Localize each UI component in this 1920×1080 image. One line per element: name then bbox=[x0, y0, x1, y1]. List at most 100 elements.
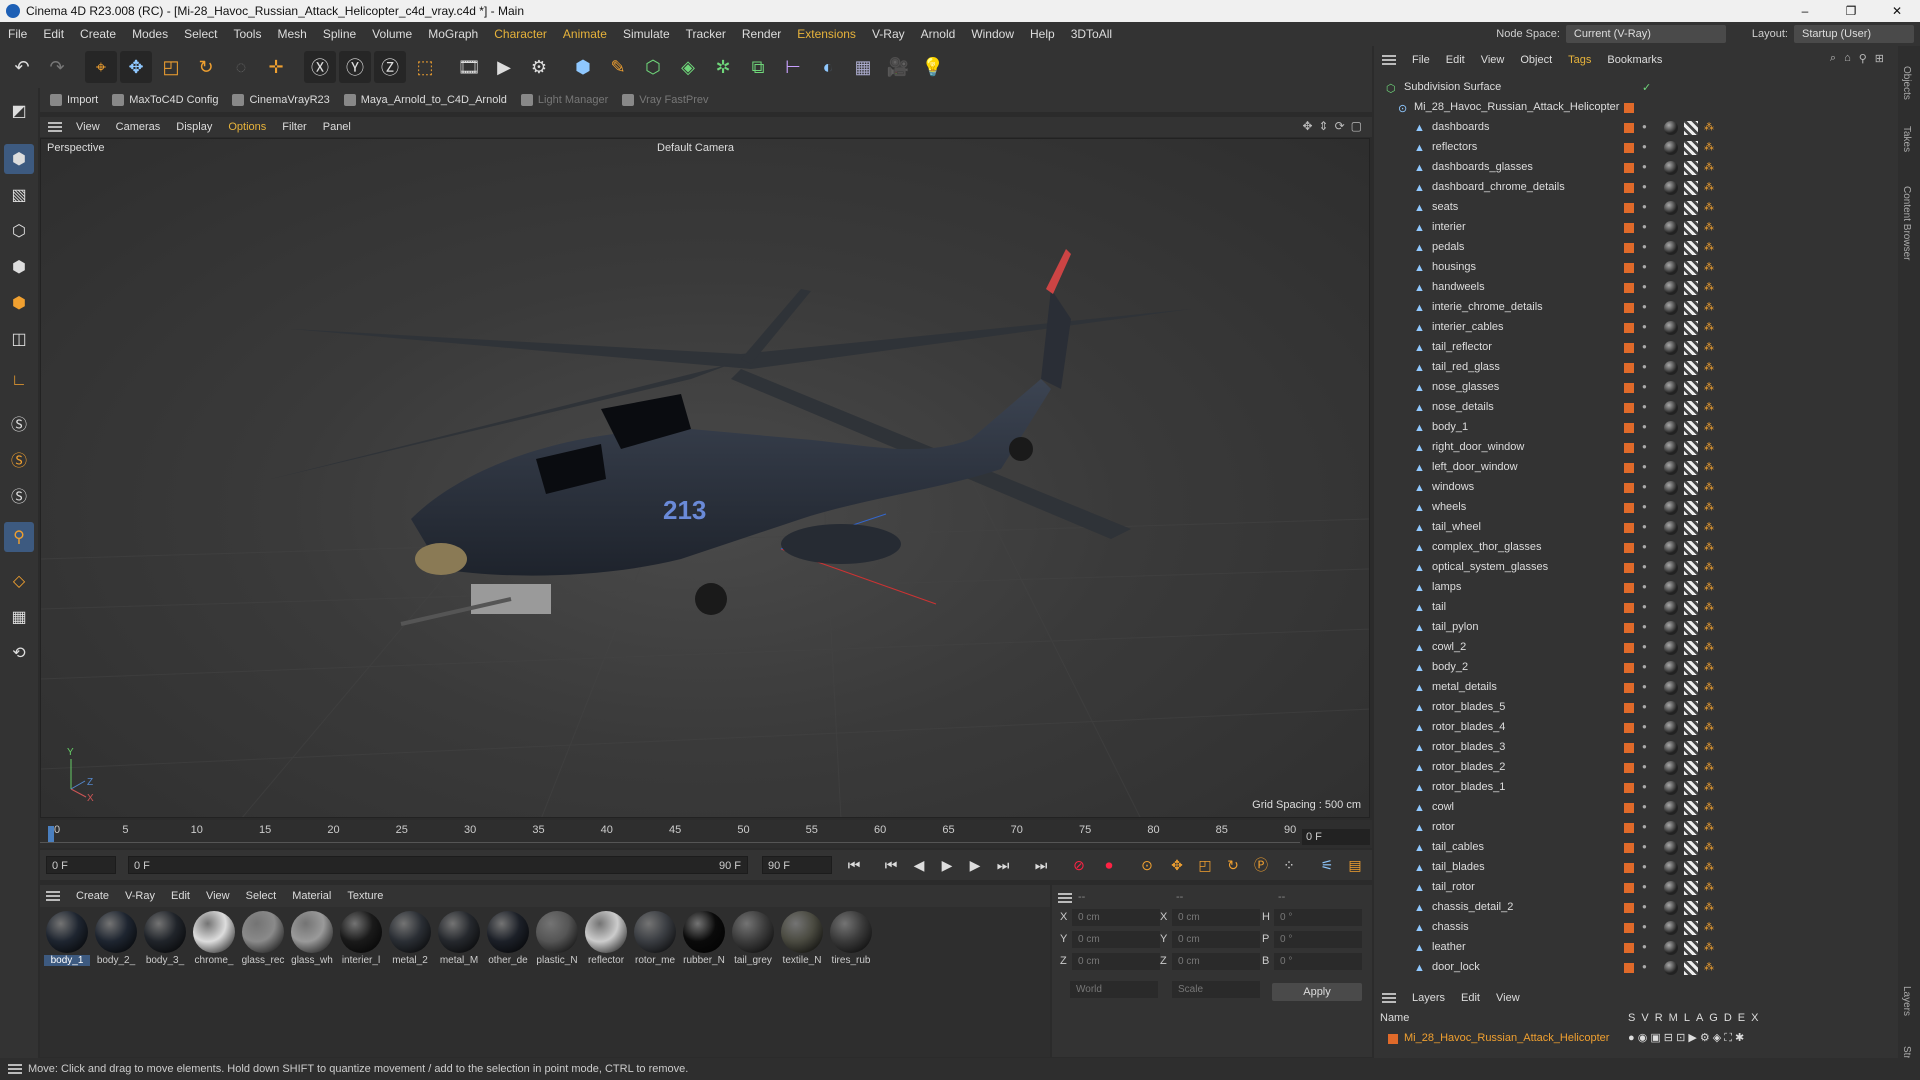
object-row[interactable]: ▲ door_lock ● ⁂ bbox=[1374, 958, 1884, 978]
phong-tag-icon[interactable]: ⁂ bbox=[1704, 682, 1714, 693]
visibility-dots-icon[interactable]: ● bbox=[1642, 342, 1647, 351]
viewport-menu-icon[interactable] bbox=[48, 122, 62, 132]
material-tag-icon[interactable] bbox=[1664, 221, 1678, 235]
menu-simulate[interactable]: Simulate bbox=[615, 27, 678, 41]
uvw-tag-icon[interactable] bbox=[1684, 641, 1698, 655]
keyframe-selection-icon[interactable]: ⊙ bbox=[1136, 854, 1158, 876]
material-tag-icon[interactable] bbox=[1664, 161, 1678, 175]
phong-tag-icon[interactable]: ⁂ bbox=[1704, 642, 1714, 653]
material-menu-material[interactable]: Material bbox=[284, 890, 339, 902]
uvw-tag-icon[interactable] bbox=[1684, 421, 1698, 435]
material-tag-icon[interactable] bbox=[1664, 641, 1678, 655]
minimize-button[interactable]: – bbox=[1782, 0, 1828, 22]
material-tag-icon[interactable] bbox=[1664, 141, 1678, 155]
menu-create[interactable]: Create bbox=[72, 27, 124, 41]
deformer-icon[interactable]: ⧉ bbox=[742, 51, 774, 83]
material-tag-icon[interactable] bbox=[1664, 761, 1678, 775]
phong-tag-icon[interactable]: ⁂ bbox=[1704, 762, 1714, 773]
plugin-cinemavrayr23[interactable]: CinemaVrayR23 bbox=[232, 94, 330, 106]
material-menu-icon[interactable] bbox=[46, 891, 60, 901]
visibility-dots-icon[interactable]: ● bbox=[1642, 242, 1647, 251]
object-menu-object[interactable]: Object bbox=[1512, 54, 1560, 66]
filter-icon[interactable]: ⚲ bbox=[1859, 52, 1867, 65]
key-rotation-icon[interactable]: ↻ bbox=[1222, 854, 1244, 876]
object-row[interactable]: ▲ tail_reflector ● ⁂ bbox=[1374, 338, 1884, 358]
material-tag-icon[interactable] bbox=[1664, 361, 1678, 375]
uvw-tag-icon[interactable] bbox=[1684, 141, 1698, 155]
visibility-dots-icon[interactable]: ● bbox=[1642, 622, 1647, 631]
uvw-tag-icon[interactable] bbox=[1684, 201, 1698, 215]
material-tag-icon[interactable] bbox=[1664, 581, 1678, 595]
previous-frame-icon[interactable]: ◀ bbox=[908, 854, 930, 876]
material-tag-icon[interactable] bbox=[1664, 281, 1678, 295]
object-row[interactable]: ▲ dashboards_glasses ● ⁂ bbox=[1374, 158, 1884, 178]
uvw-tag-icon[interactable] bbox=[1684, 561, 1698, 575]
menu-select[interactable]: Select bbox=[176, 27, 225, 41]
visibility-dots-icon[interactable]: ● bbox=[1642, 462, 1647, 471]
coord-a-field[interactable]: 0 cm bbox=[1072, 909, 1160, 926]
visibility-dots-icon[interactable]: ● bbox=[1642, 602, 1647, 611]
phong-tag-icon[interactable]: ⁂ bbox=[1704, 842, 1714, 853]
plugin-import[interactable]: Import bbox=[50, 94, 98, 106]
viewport-menu-panel[interactable]: Panel bbox=[315, 121, 359, 133]
visibility-dots-icon[interactable]: ● bbox=[1642, 562, 1647, 571]
light-icon[interactable]: 💡 bbox=[917, 51, 949, 83]
material-tag-icon[interactable] bbox=[1664, 941, 1678, 955]
pen-spline-icon[interactable]: ✎ bbox=[602, 51, 634, 83]
phong-tag-icon[interactable]: ⁂ bbox=[1704, 702, 1714, 713]
transform-mode-dropdown[interactable]: Scale bbox=[1172, 981, 1260, 998]
render-region-icon[interactable]: 🎞 bbox=[453, 51, 485, 83]
material-tag-icon[interactable] bbox=[1664, 881, 1678, 895]
material-menu-select[interactable]: Select bbox=[238, 890, 285, 902]
visibility-dots-icon[interactable]: ● bbox=[1642, 702, 1647, 711]
material-tag-icon[interactable] bbox=[1664, 561, 1678, 575]
search-icon[interactable]: ⌕ bbox=[1830, 52, 1836, 65]
phong-tag-icon[interactable]: ⁂ bbox=[1704, 822, 1714, 833]
phong-tag-icon[interactable]: ⁂ bbox=[1704, 442, 1714, 453]
material-swatch[interactable]: plastic_N bbox=[534, 911, 580, 966]
visibility-dots-icon[interactable]: ● bbox=[1642, 222, 1647, 231]
visibility-dots-icon[interactable]: ● bbox=[1642, 382, 1647, 391]
material-tag-icon[interactable] bbox=[1664, 741, 1678, 755]
apply-button[interactable]: Apply bbox=[1272, 983, 1362, 1001]
points-mode-icon[interactable]: ⬡ bbox=[4, 216, 34, 246]
dolly-view-icon[interactable]: ⇕ bbox=[1319, 119, 1329, 133]
phong-tag-icon[interactable]: ⁂ bbox=[1704, 902, 1714, 913]
viewport-menu-display[interactable]: Display bbox=[168, 121, 220, 133]
menu-tools[interactable]: Tools bbox=[225, 27, 269, 41]
visibility-dots-icon[interactable]: ● bbox=[1642, 362, 1647, 371]
phong-tag-icon[interactable]: ⁂ bbox=[1704, 362, 1714, 373]
layer-column-a[interactable]: A bbox=[1696, 1012, 1703, 1024]
phong-tag-icon[interactable]: ⁂ bbox=[1704, 582, 1714, 593]
uvw-tag-icon[interactable] bbox=[1684, 261, 1698, 275]
close-button[interactable]: ✕ bbox=[1874, 0, 1920, 22]
object-row[interactable]: ▲ reflectors ● ⁂ bbox=[1374, 138, 1884, 158]
menu-mograph[interactable]: MoGraph bbox=[420, 27, 486, 41]
visibility-dots-icon[interactable]: ● bbox=[1642, 862, 1647, 871]
visibility-dots-icon[interactable]: ● bbox=[1642, 202, 1647, 211]
uvw-tag-icon[interactable] bbox=[1684, 441, 1698, 455]
uvw-tag-icon[interactable] bbox=[1684, 461, 1698, 475]
perspective-viewport[interactable]: 213 Y Z X Perspective Default Camera Gri… bbox=[40, 138, 1370, 818]
visibility-dots-icon[interactable]: ● bbox=[1642, 182, 1647, 191]
home-icon[interactable]: ⌂ bbox=[1844, 52, 1851, 65]
object-row[interactable]: ▲ metal_details ● ⁂ bbox=[1374, 678, 1884, 698]
object-row[interactable]: ▲ rotor_blades_4 ● ⁂ bbox=[1374, 718, 1884, 738]
object-row[interactable]: ▲ rotor_blades_2 ● ⁂ bbox=[1374, 758, 1884, 778]
pan-view-icon[interactable]: ✥ bbox=[1302, 119, 1312, 133]
axis-mode-icon[interactable]: ∟ bbox=[4, 366, 34, 396]
uvw-tag-icon[interactable] bbox=[1684, 901, 1698, 915]
undo-icon[interactable]: ↶ bbox=[6, 51, 38, 83]
object-row[interactable]: ▲ cowl ● ⁂ bbox=[1374, 798, 1884, 818]
material-tag-icon[interactable] bbox=[1664, 721, 1678, 735]
layer-column-v[interactable]: V bbox=[1641, 1012, 1648, 1024]
phong-tag-icon[interactable]: ⁂ bbox=[1704, 282, 1714, 293]
material-tag-icon[interactable] bbox=[1664, 201, 1678, 215]
phong-tag-icon[interactable]: ⁂ bbox=[1704, 222, 1714, 233]
frame-range-slider[interactable]: 0 F 90 F bbox=[128, 856, 748, 874]
current-frame-field[interactable]: 0 F bbox=[1302, 829, 1370, 845]
next-frame-icon[interactable]: ▶ bbox=[964, 854, 986, 876]
snap-icon[interactable]: Ⓢ bbox=[4, 408, 34, 438]
phong-tag-icon[interactable]: ⁂ bbox=[1704, 182, 1714, 193]
visibility-dots-icon[interactable]: ● bbox=[1642, 502, 1647, 511]
